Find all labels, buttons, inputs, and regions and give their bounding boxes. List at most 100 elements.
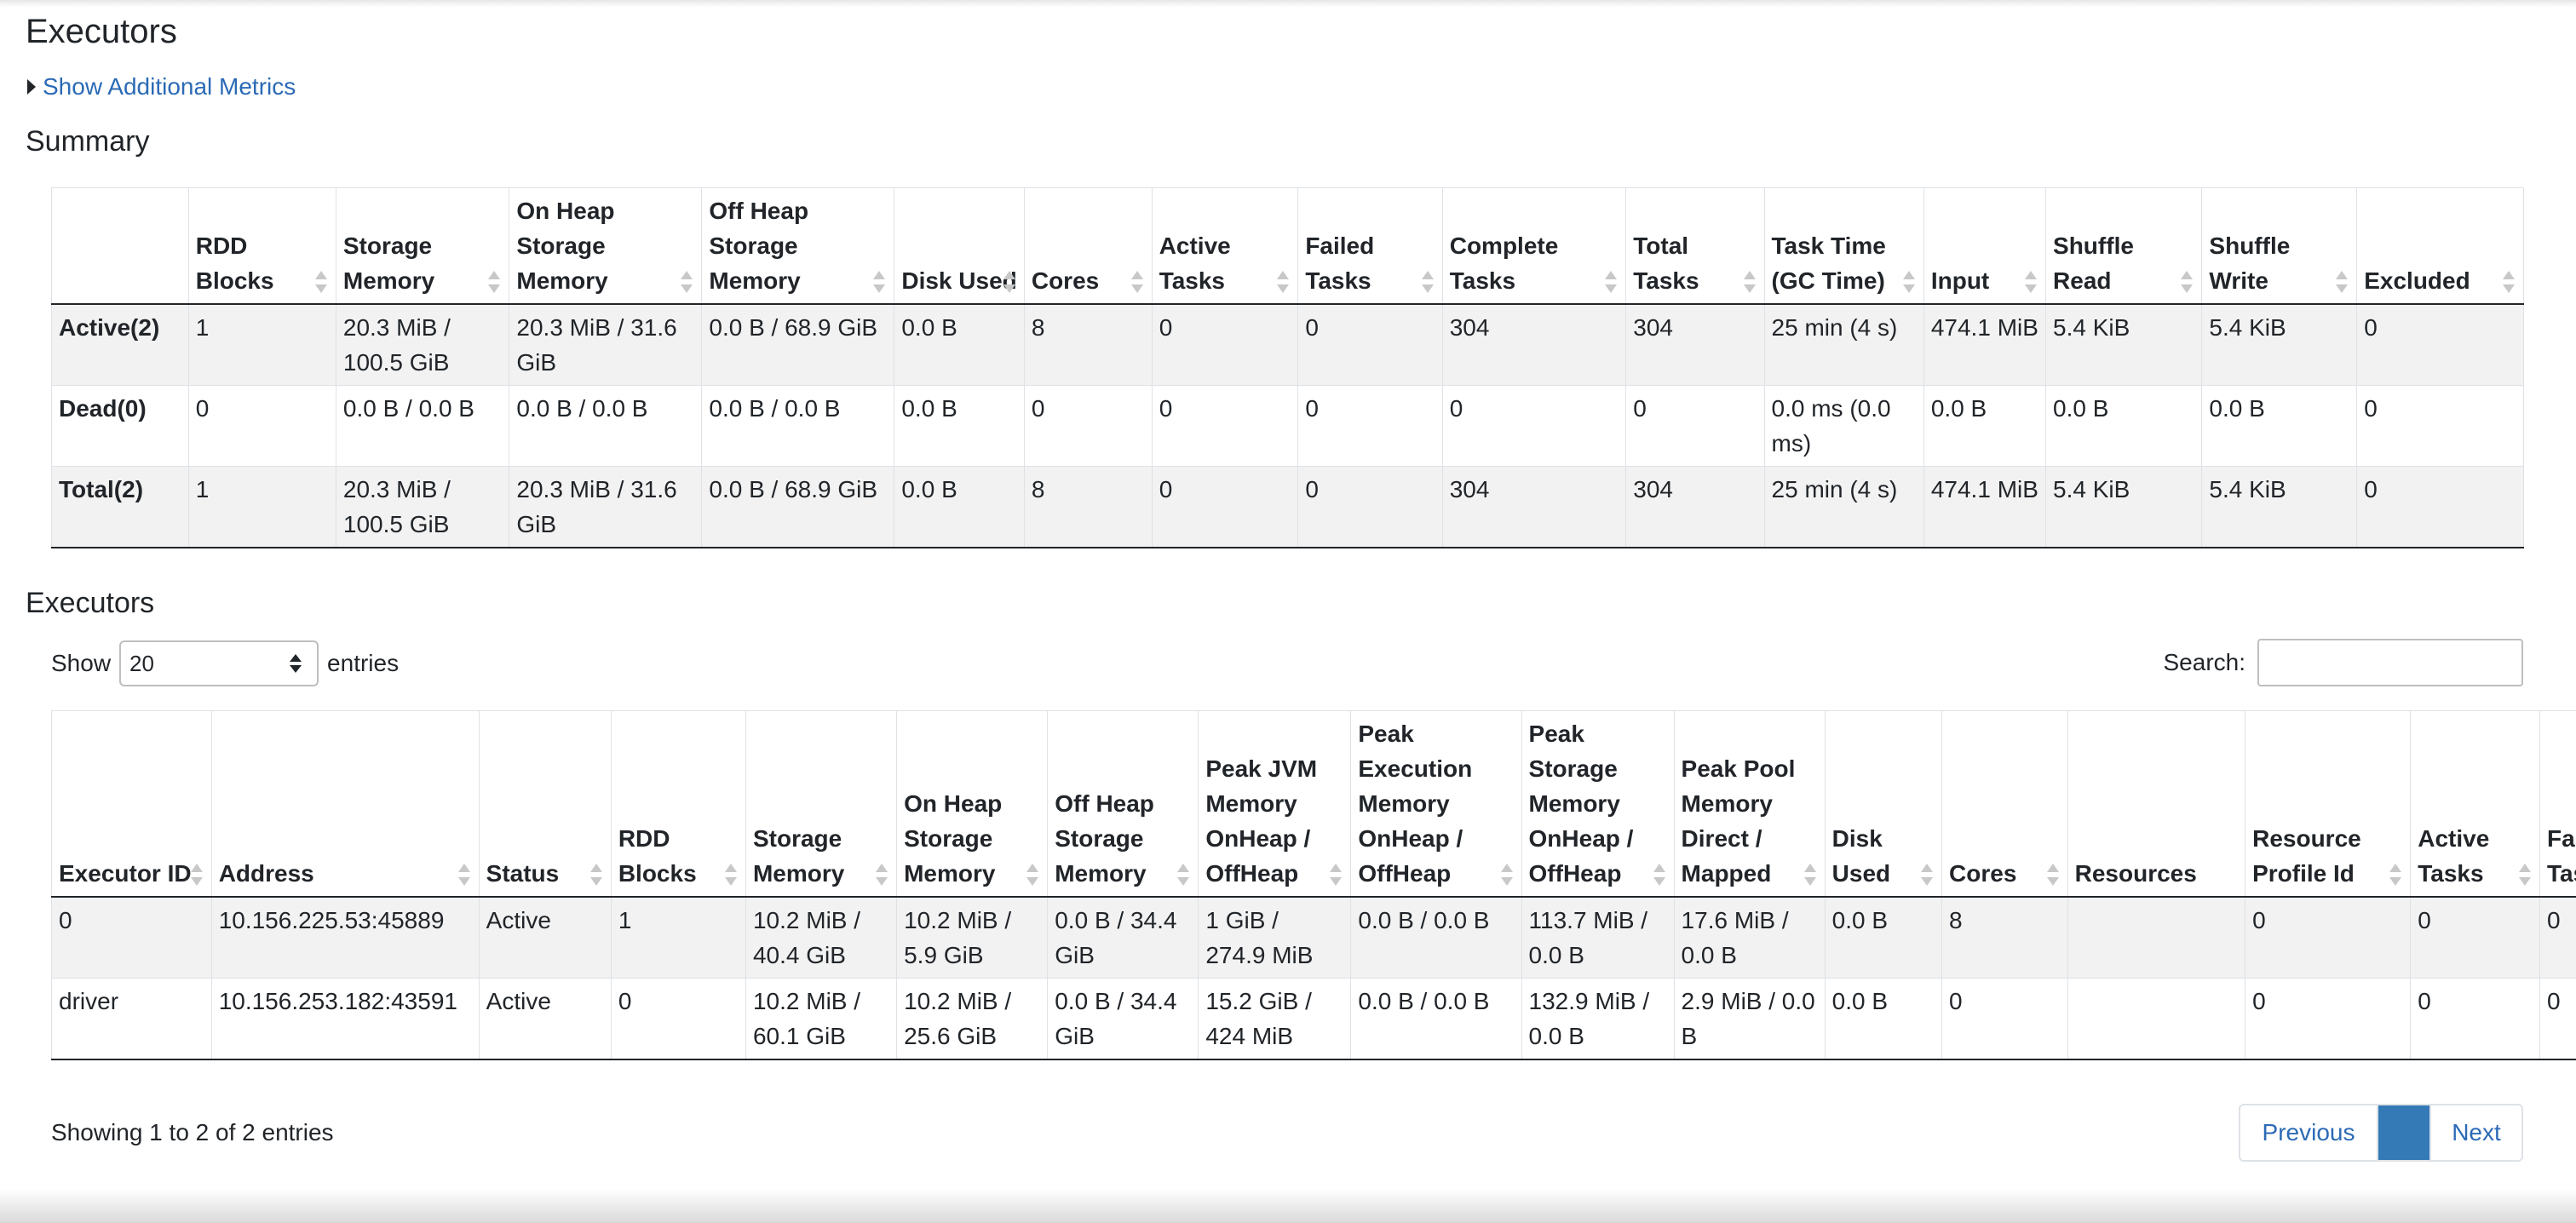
column-header-active-tasks[interactable]: Active Tasks	[1151, 187, 1299, 305]
column-header-peak-pool-memory-direct-mapped[interactable]: Peak Pool Memory Direct / Mapped	[1673, 710, 1826, 898]
sort-icon[interactable]	[1653, 864, 1665, 886]
column-header-resource-profile-id[interactable]: Resource Profile Id	[2245, 710, 2412, 898]
column-header-task-time-gc-time[interactable]: Task Time (GC Time)	[1763, 187, 1924, 305]
sort-icon[interactable]	[589, 864, 602, 886]
sort-icon[interactable]	[2181, 271, 2194, 293]
column-header-failed-tasks[interactable]: Failed Tasks	[2539, 710, 2576, 898]
cell-shuffle-read: 5.4 KiB	[2045, 466, 2203, 548]
sort-icon[interactable]	[1902, 271, 1915, 293]
column-header-resources[interactable]: Resources	[2067, 710, 2246, 898]
cell-status: Active	[478, 978, 612, 1060]
cell-shuffle-read: 5.4 KiB	[2045, 303, 2203, 386]
column-header-disk-used[interactable]: Disk Used	[1824, 710, 1943, 898]
column-header-complete-tasks[interactable]: Complete Tasks	[1441, 187, 1627, 305]
column-header-failed-tasks[interactable]: Failed Tasks	[1297, 187, 1443, 305]
cell-peak-execution-memory-onheap-offheap: 0.0 B / 0.0 B	[1350, 978, 1522, 1060]
column-header-excluded[interactable]: Excluded	[2356, 187, 2524, 305]
additional-metrics-toggle[interactable]: Show Additional Metrics	[27, 70, 296, 104]
column-header-address[interactable]: Address	[210, 710, 480, 898]
cell-address: 10.156.225.53:45889	[210, 896, 480, 979]
cell-complete-tasks: 304	[1441, 303, 1627, 386]
column-header-label: On Heap Storage Memory	[904, 790, 1003, 887]
table-row: 0 10.156.225.53:45889 Active 1 10.2 MiB / 40…	[51, 896, 2576, 979]
column-header-input[interactable]: Input	[1923, 187, 2047, 305]
cell-total-tasks: 304	[1625, 466, 1765, 548]
sort-icon[interactable]	[2025, 271, 2038, 293]
cell-disk-used: 0.0 B	[1824, 896, 1943, 979]
next-page-button[interactable]: Next	[2429, 1105, 2521, 1160]
cell-disk-used: 0.0 B	[894, 385, 1025, 467]
sort-icon[interactable]	[876, 864, 888, 886]
sort-icon[interactable]	[1500, 864, 1513, 886]
cell-off-heap-storage-memory: 0.0 B / 0.0 B	[701, 385, 895, 467]
column-header-rdd-blocks[interactable]: RDD Blocks	[187, 187, 336, 305]
column-header-shuffle-read[interactable]: Shuffle Read	[2045, 187, 2203, 305]
cell-executor-id: driver	[51, 978, 212, 1060]
cell-shuffle-write: 5.4 KiB	[2201, 303, 2358, 386]
sort-icon[interactable]	[2046, 864, 2059, 886]
column-header-status[interactable]: Status	[478, 710, 612, 898]
column-header-peak-jvm-memory-onheap-offheap[interactable]: Peak JVM Memory OnHeap / OffHeap	[1198, 710, 1352, 898]
show-additional-metrics-link[interactable]: Show Additional Metrics	[43, 70, 296, 104]
sort-icon[interactable]	[314, 271, 327, 293]
sort-icon[interactable]	[1330, 864, 1343, 886]
previous-page-button[interactable]: Previous	[2240, 1105, 2378, 1160]
sort-icon[interactable]	[2503, 271, 2515, 293]
cell-peak-pool-memory-direct-mapped: 17.6 MiB / 0.0 B	[1673, 896, 1826, 979]
sort-icon[interactable]	[1803, 864, 1816, 886]
column-header-shuffle-write[interactable]: Shuffle Write	[2201, 187, 2358, 305]
column-header-off-heap-storage-memory[interactable]: Off Heap Storage Memory	[701, 187, 895, 305]
table-row: Active(2) 1 20.3 MiB / 100.5 GiB 20.3 MiB /…	[51, 303, 2524, 386]
column-header-active-tasks[interactable]: Active Tasks	[2410, 710, 2540, 898]
sort-icon[interactable]	[1605, 271, 1618, 293]
column-header-storage-memory[interactable]: Storage Memory	[745, 710, 898, 898]
sort-icon[interactable]	[1277, 271, 1290, 293]
sort-icon[interactable]	[1026, 864, 1039, 886]
sort-icon[interactable]	[1003, 271, 1015, 293]
sort-icon[interactable]	[2518, 864, 2531, 886]
column-header-on-heap-storage-memory[interactable]: On Heap Storage Memory	[509, 187, 703, 305]
cell-off-heap-storage-memory: 0.0 B / 68.9 GiB	[701, 466, 895, 548]
sort-icon[interactable]	[2336, 271, 2349, 293]
column-header-cores[interactable]: Cores	[1941, 710, 2068, 898]
column-header-cores[interactable]: Cores	[1023, 187, 1153, 305]
cell-blank: Active(2)	[51, 303, 189, 386]
sort-icon[interactable]	[724, 864, 737, 886]
column-header-disk-used[interactable]: Disk Used	[894, 187, 1025, 305]
cell-on-heap-storage-memory: 10.2 MiB / 5.9 GiB	[896, 896, 1049, 979]
sort-icon[interactable]	[1921, 864, 1934, 886]
cell-resource-profile-id: 0	[2245, 978, 2412, 1060]
sort-icon[interactable]	[1177, 864, 1190, 886]
column-header-peak-execution-memory-onheap-offheap[interactable]: Peak Execution Memory OnHeap / OffHeap	[1350, 710, 1522, 898]
cell-address: 10.156.253.182:43591	[210, 978, 480, 1060]
column-header-peak-storage-memory-onheap-offheap[interactable]: Peak Storage Memory OnHeap / OffHeap	[1521, 710, 1675, 898]
column-header-total-tasks[interactable]: Total Tasks	[1625, 187, 1765, 305]
sort-icon[interactable]	[457, 864, 470, 886]
sort-icon[interactable]	[1130, 271, 1143, 293]
column-header-executor-id[interactable]: Executor ID	[51, 710, 212, 898]
sort-icon[interactable]	[681, 271, 693, 293]
column-header-off-heap-storage-memory[interactable]: Off Heap Storage Memory	[1047, 710, 1199, 898]
search-input[interactable]	[2257, 639, 2523, 686]
column-header-on-heap-storage-memory[interactable]: On Heap Storage Memory	[896, 710, 1049, 898]
column-header-label: Resource Profile Id	[2252, 825, 2361, 887]
cell-failed-tasks: 0	[1297, 466, 1443, 548]
pagination: Previous 1 Next	[2239, 1104, 2523, 1162]
entries-label: entries	[327, 650, 400, 676]
sort-icon[interactable]	[488, 271, 501, 293]
summary-table: RDD Blocks Storage Memory On Heap Storage …	[51, 187, 2524, 548]
page-size-select[interactable]: 20	[119, 640, 319, 686]
column-header-storage-memory[interactable]: Storage Memory	[335, 187, 510, 305]
cell-disk-used: 0.0 B	[1824, 978, 1943, 1060]
sort-icon[interactable]	[190, 864, 203, 886]
sort-icon[interactable]	[1421, 271, 1434, 293]
column-header-rdd-blocks[interactable]: RDD Blocks	[610, 710, 746, 898]
cell-complete-tasks: 0	[1441, 385, 1627, 467]
sort-icon[interactable]	[873, 271, 886, 293]
sort-icon[interactable]	[2389, 864, 2402, 886]
current-page-button[interactable]: 1	[2378, 1105, 2429, 1160]
cell-failed-tasks: 0	[2539, 896, 2576, 979]
column-header-blank	[51, 187, 189, 305]
sort-icon[interactable]	[1743, 271, 1756, 293]
column-header-label: Cores	[1949, 860, 2017, 887]
